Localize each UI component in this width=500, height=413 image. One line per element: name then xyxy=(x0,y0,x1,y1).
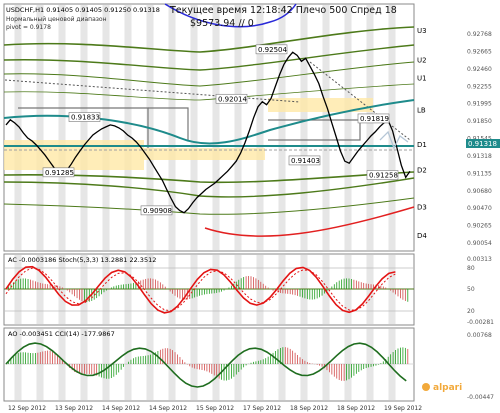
level-label: D2 xyxy=(417,166,427,174)
price-axis-tick: 0.92768 xyxy=(467,31,492,38)
time-axis-tick: 18 Sep 2012 xyxy=(337,405,375,412)
watermark: alpari xyxy=(433,383,462,393)
price-label: 0.92014 xyxy=(218,95,247,103)
ac-stoch-axis-tick: 50 xyxy=(467,286,475,293)
time-axis-tick: 17 Sep 2012 xyxy=(243,405,281,412)
price-axis-tick: 0.90470 xyxy=(467,205,492,212)
price-label: 0.91833 xyxy=(71,114,100,122)
current-price-label: 0.91318 xyxy=(468,140,497,148)
level-labels: U3 U2 U1 LB D1 D2 D3 D4 xyxy=(417,27,427,240)
price-axis-tick: 0.91318 xyxy=(467,153,492,160)
time-axis: 12 Sep 2012 13 Sep 2012 14 Sep 2012 14 Sep … xyxy=(8,405,422,412)
trading-chart: 0.91833 0.91285 0.90908 0.92014 0.92504 0.914… xyxy=(3,3,500,412)
level-label: D4 xyxy=(417,232,427,240)
price-label: 0.91285 xyxy=(45,169,74,177)
demand-zone-left xyxy=(4,140,144,170)
price-axis-tick: 0.90680 xyxy=(467,188,492,195)
price-axis-tick: 0.92460 xyxy=(467,66,492,73)
ao-cci-axis-tick: -0.00447 xyxy=(467,394,494,401)
ac-stoch-axis-tick: 80 xyxy=(467,265,475,272)
alpari-logo-icon xyxy=(422,383,430,391)
price-axis-tick: 0.91850 xyxy=(467,118,492,125)
price-axis-tick: 0.90265 xyxy=(467,223,492,230)
price-axis-tick: 0.92665 xyxy=(467,48,492,55)
time-axis-tick: 19 Sep 2012 xyxy=(384,405,422,412)
range-caption: Нормальный ценовой диапазон xyxy=(6,16,107,23)
level-label: U2 xyxy=(417,56,427,64)
time-axis-tick: 15 Sep 2012 xyxy=(196,405,234,412)
level-label: D3 xyxy=(417,204,427,212)
time-axis-tick: 14 Sep 2012 xyxy=(102,405,140,412)
ao-cci-header: AO -0.003451 CCI(14) -177.9867 xyxy=(8,330,115,338)
price-label: 0.91258 xyxy=(369,172,398,180)
price-label: 0.91403 xyxy=(291,157,320,165)
ac-stoch-axis-tick: 0.00313 xyxy=(467,256,492,263)
price-axis-tick: 0.90054 xyxy=(467,240,492,247)
level-label: U3 xyxy=(417,27,427,35)
time-axis-tick: 13 Sep 2012 xyxy=(55,405,93,412)
ac-stoch-axis-tick: 20 xyxy=(467,308,475,315)
ac-stoch-header: AC -0.0003186 Stoch(5,3,3) 13.2881 22.35… xyxy=(8,256,156,264)
ao-cci-axis-tick: 0.00768 xyxy=(467,332,492,339)
symbol-header: USDCHF,H1 0.91405 0.91405 0.91250 0.9131… xyxy=(6,6,160,14)
time-header: Текущее время 12:18:42 Плечо 500 Спред 1… xyxy=(169,5,397,16)
price-axis-tick: 0.91135 xyxy=(467,170,492,177)
price-label: 0.92504 xyxy=(258,46,287,54)
balance-header: $9573.94 // 0 xyxy=(190,18,254,29)
level-label: D1 xyxy=(417,141,427,149)
ao-cci-axis: 0.00768 -0.00447 xyxy=(467,332,494,401)
price-axis-tick: 0.92255 xyxy=(467,83,492,90)
price-label: 0.90908 xyxy=(143,207,172,215)
ac-stoch-axis: 0.00313 80 50 20 -0.00281 xyxy=(467,256,494,326)
price-label: 0.91819 xyxy=(360,115,389,123)
level-label: U1 xyxy=(417,74,427,82)
time-axis-tick: 12 Sep 2012 xyxy=(8,405,46,412)
time-axis-tick: 14 Sep 2012 xyxy=(149,405,187,412)
level-label: LB xyxy=(417,107,426,115)
ac-stoch-axis-tick: -0.00281 xyxy=(467,319,494,326)
time-axis-tick: 18 Sep 2012 xyxy=(290,405,328,412)
price-axis-tick: 0.91995 xyxy=(467,101,492,108)
pivot-caption: pivot = 0.9178 xyxy=(6,24,51,31)
